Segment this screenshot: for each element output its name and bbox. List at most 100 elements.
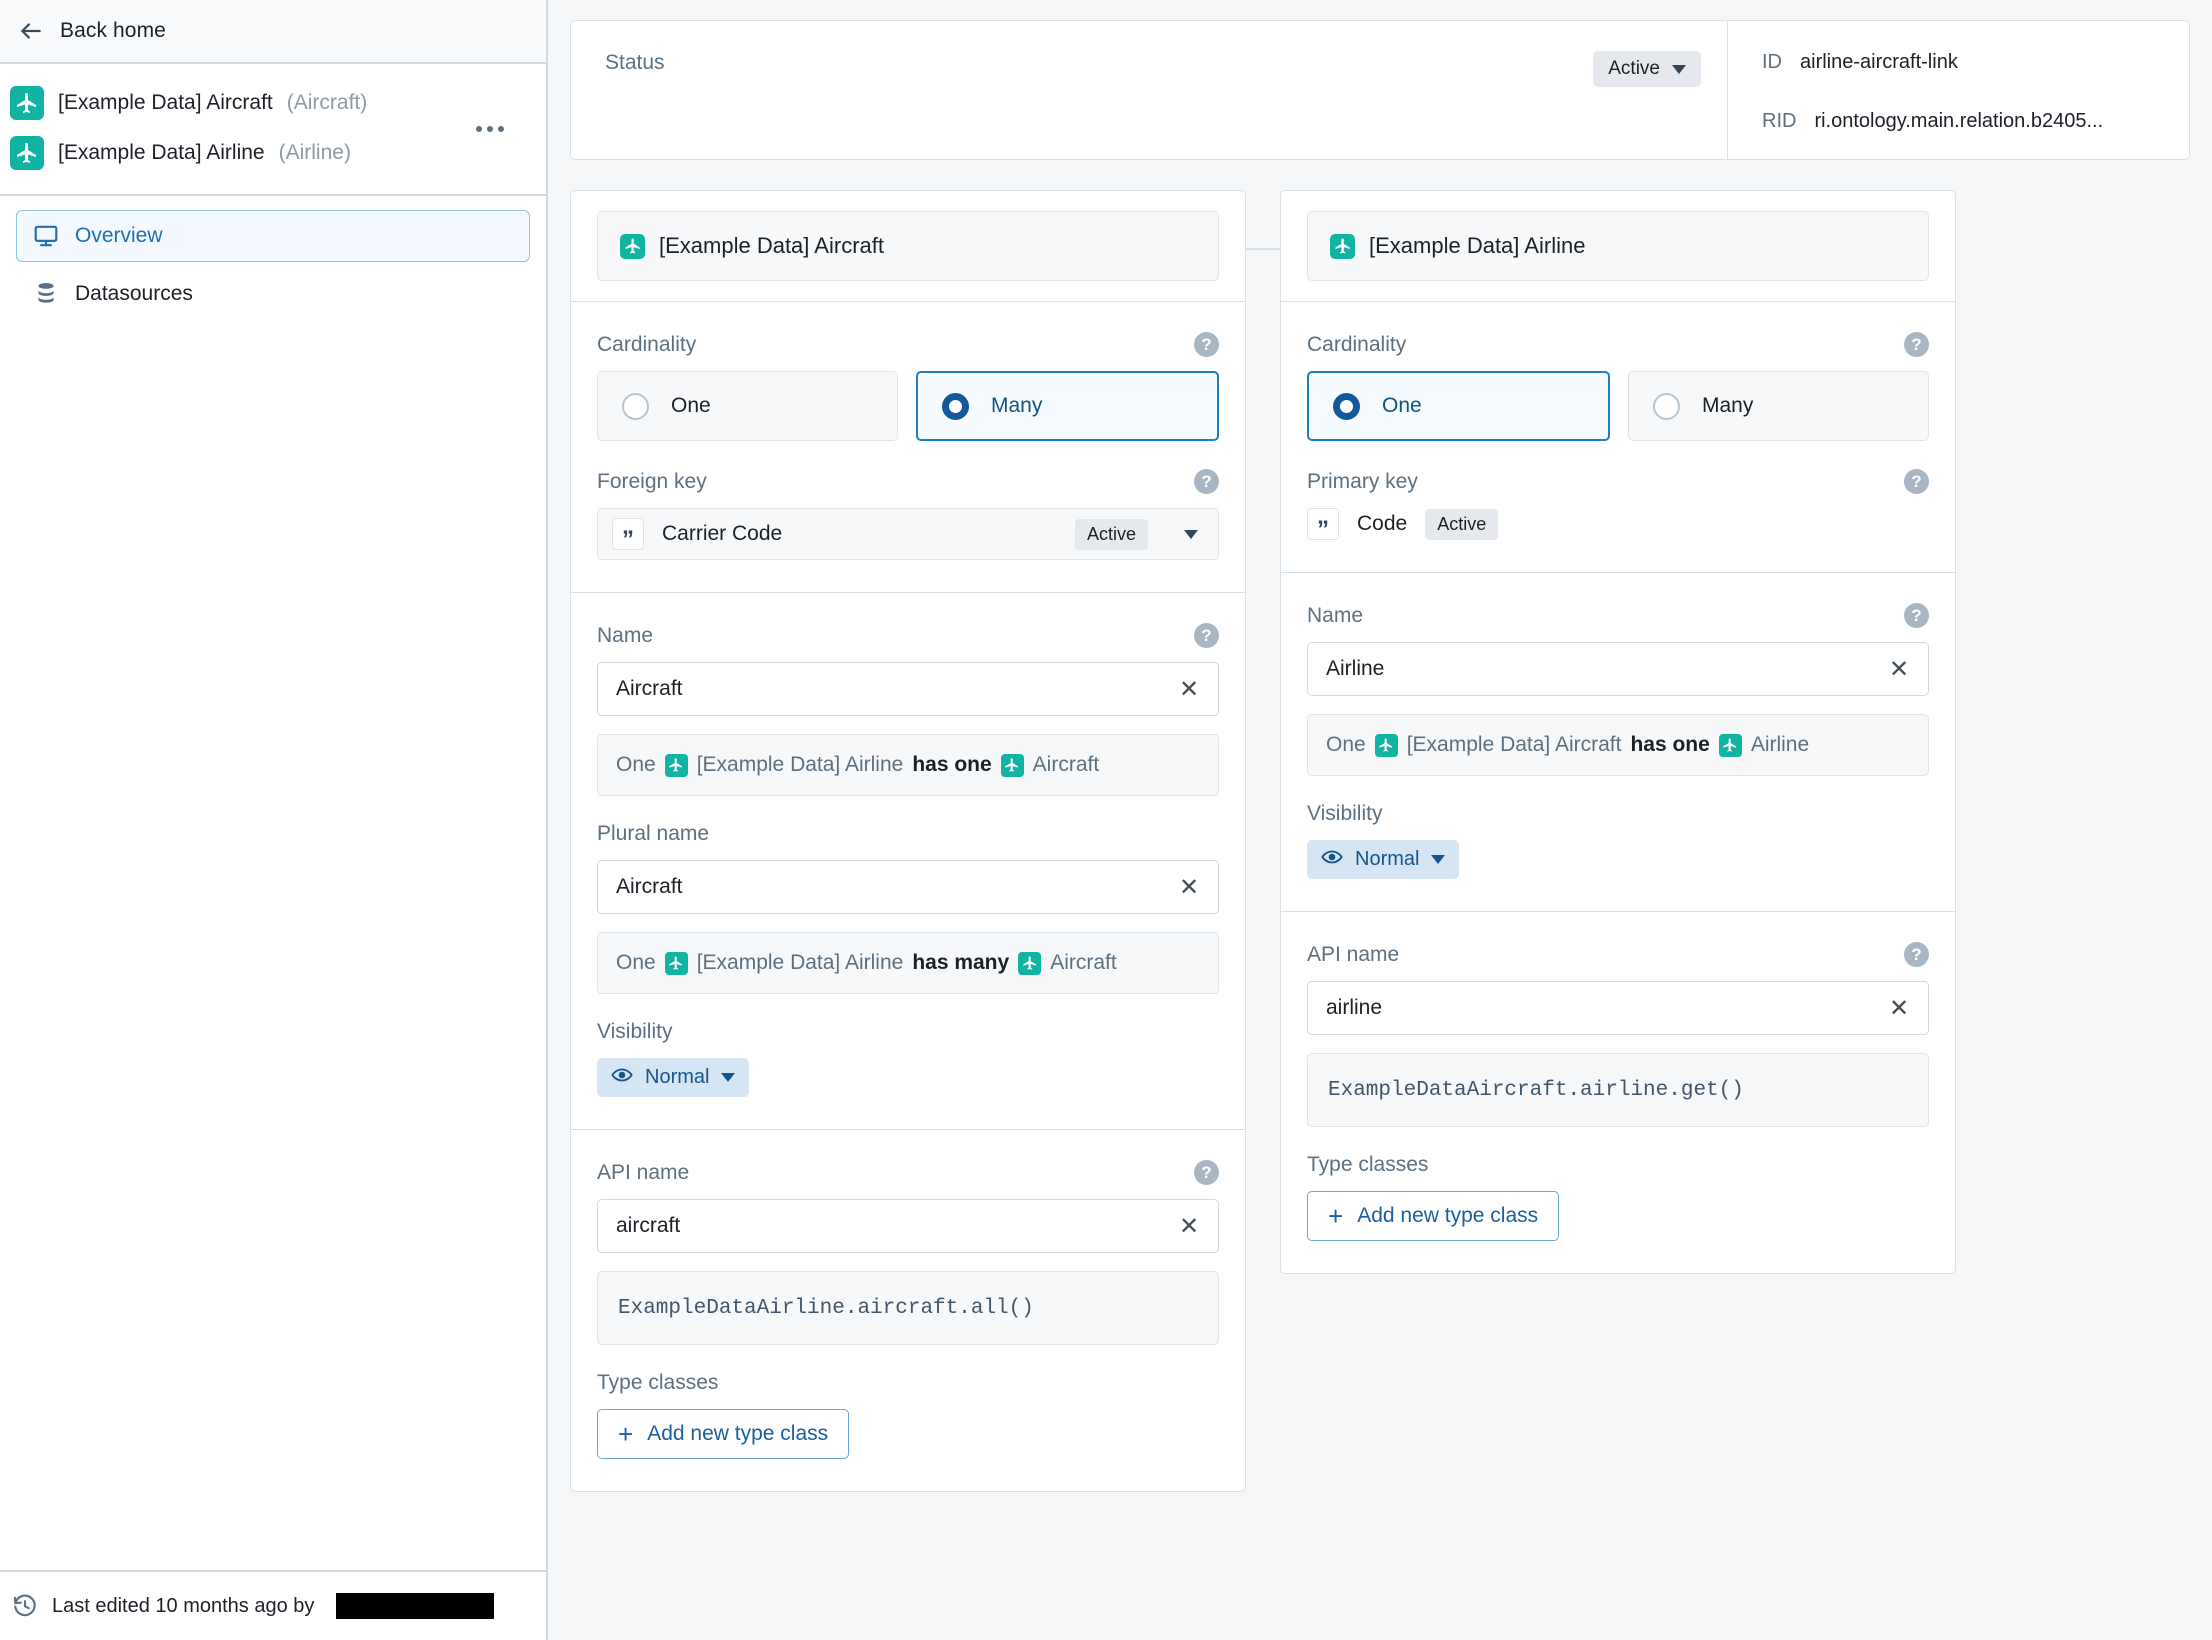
airplane-icon	[664, 753, 688, 777]
app-root: Back home [Example Data] Aircraft (Aircr…	[0, 0, 2212, 1640]
help-circle-icon[interactable]: ?	[1904, 332, 1929, 357]
help-circle-icon[interactable]: ?	[1194, 332, 1219, 357]
chevron-down-icon	[1184, 529, 1198, 539]
cardinality-option-label: Many	[991, 394, 1043, 417]
airplane-icon	[1018, 951, 1042, 975]
add-type-class-label: Add new type class	[1357, 1204, 1539, 1227]
plural-name-input-wrapper[interactable]: ✕	[597, 860, 1219, 914]
foreign-key-selector[interactable]: ” Carrier Code Active	[597, 508, 1219, 560]
add-type-class-button[interactable]: + Add new type class	[1307, 1191, 1560, 1241]
cardinality-option-one[interactable]: One	[597, 371, 898, 441]
status-section: Status Active	[571, 21, 1727, 159]
foreign-key-label: Foreign key	[597, 469, 707, 493]
primary-key-name: Code	[1357, 512, 1408, 535]
chevron-down-icon	[1672, 64, 1686, 74]
visibility-dropdown[interactable]: Normal	[1307, 840, 1460, 879]
add-type-class-button[interactable]: + Add new type class	[597, 1409, 850, 1459]
close-icon[interactable]: ✕	[1884, 993, 1914, 1023]
close-icon[interactable]: ✕	[1174, 674, 1204, 704]
type-classes-label: Type classes	[1307, 1153, 1429, 1176]
object-type-selector[interactable]: [Example Data] Airline	[1307, 211, 1929, 281]
plural-name-input[interactable]	[616, 875, 1174, 899]
eye-icon	[611, 1066, 633, 1089]
eye-icon	[1321, 848, 1343, 871]
close-icon[interactable]: ✕	[1174, 872, 1204, 902]
name-input-wrapper[interactable]: ✕	[1307, 642, 1929, 696]
sidebar-item-overview[interactable]: Overview	[16, 210, 530, 262]
entity-api-name: (Aircraft)	[286, 91, 368, 114]
name-input-wrapper[interactable]: ✕	[597, 662, 1219, 716]
api-snippet: ExampleDataAirline.aircraft.all()	[597, 1271, 1219, 1345]
api-name-header: API name ?	[1307, 942, 1929, 967]
add-type-class-label: Add new type class	[647, 1422, 829, 1445]
quote-icon: ”	[612, 518, 644, 552]
entity-api-name: (Airline)	[278, 141, 351, 164]
help-circle-icon[interactable]: ?	[1194, 469, 1219, 494]
cardinality-option-many[interactable]: Many	[916, 371, 1219, 441]
close-icon[interactable]: ✕	[1174, 1211, 1204, 1241]
status-dropdown[interactable]: Active	[1593, 51, 1701, 87]
api-section: API name ? ✕ ExampleDataAircraft.airline…	[1281, 912, 1955, 1273]
api-name-header: API name ?	[597, 1160, 1219, 1185]
entity-name: [Example Data] Airline	[58, 141, 265, 164]
naming-section: Name ? ✕ One [Example Data] Airline has …	[571, 593, 1245, 1130]
entity-item-aircraft[interactable]: [Example Data] Aircraft (Aircraft)	[0, 78, 546, 128]
cardinality-label: Cardinality	[597, 332, 697, 356]
cardinality-header: Cardinality ?	[1307, 332, 1929, 357]
name-input[interactable]	[616, 677, 1174, 701]
entity-name: [Example Data] Aircraft	[58, 91, 273, 114]
cardinality-option-many[interactable]: Many	[1628, 371, 1929, 441]
preview-subject: [Example Data] Airline	[696, 951, 904, 974]
metadata-value: ri.ontology.main.relation.b2405...	[1814, 110, 2104, 132]
api-name-input[interactable]	[1326, 996, 1884, 1020]
metadata-key: ID	[1762, 51, 1782, 73]
visibility-dropdown[interactable]: Normal	[597, 1058, 750, 1097]
preview-subject: [Example Data] Airline	[696, 753, 904, 776]
metadata-key: RID	[1762, 110, 1797, 132]
object-type-selector[interactable]: [Example Data] Aircraft	[597, 211, 1219, 281]
naming-section: Name ? ✕ One [Example Data] Aircraft has…	[1281, 573, 1955, 912]
name-preview: One [Example Data] Aircraft has one Airl…	[1307, 714, 1929, 776]
metadata-value: airline-aircraft-link	[1800, 51, 1958, 73]
preview-prefix: One	[616, 951, 656, 974]
cardinality-option-one[interactable]: One	[1307, 371, 1610, 441]
status-badge: Active	[1074, 518, 1148, 550]
sidebar-item-datasources[interactable]: Datasources	[16, 268, 530, 320]
visibility-label: Visibility	[597, 1020, 673, 1043]
help-circle-icon[interactable]: ?	[1904, 469, 1929, 494]
name-header: Name ?	[597, 623, 1219, 648]
preview-prefix: One	[616, 753, 656, 776]
radio-icon	[1653, 392, 1680, 420]
entity-item-airline[interactable]: [Example Data] Airline (Airline)	[0, 128, 546, 178]
status-value: Active	[1608, 58, 1660, 79]
api-name-input-wrapper[interactable]: ✕	[1307, 981, 1929, 1035]
status-label: Status	[605, 51, 665, 74]
plural-name-preview: One [Example Data] Airline has many Airc…	[597, 932, 1219, 994]
radio-icon-selected	[942, 392, 969, 420]
name-input[interactable]	[1326, 657, 1884, 681]
relation-columns: [Example Data] Aircraft Cardinality ? On…	[570, 190, 2190, 1492]
airplane-icon	[1374, 733, 1398, 757]
last-edited-footer: Last edited 10 months ago by	[0, 1570, 546, 1640]
airplane-icon	[1330, 233, 1355, 259]
close-icon[interactable]: ✕	[1884, 654, 1914, 684]
help-circle-icon[interactable]: ?	[1904, 942, 1929, 967]
cardinality-label: Cardinality	[1307, 332, 1407, 356]
help-circle-icon[interactable]: ?	[1904, 603, 1929, 628]
back-home-button[interactable]: Back home	[0, 0, 546, 64]
card-header: [Example Data] Airline	[1281, 191, 1955, 302]
visibility-value: Normal	[1355, 848, 1420, 870]
airplane-icon	[10, 86, 44, 120]
api-name-input-wrapper[interactable]: ✕	[597, 1199, 1219, 1253]
api-name-input[interactable]	[616, 1214, 1174, 1238]
help-circle-icon[interactable]: ?	[1194, 623, 1219, 648]
radio-icon	[622, 392, 649, 420]
preview-object: Aircraft	[1050, 951, 1117, 974]
api-snippet: ExampleDataAircraft.airline.get()	[1307, 1053, 1929, 1127]
chevron-down-icon	[721, 1073, 736, 1082]
more-horizontal-icon[interactable]	[476, 126, 504, 132]
sidebar-nav: Overview Datasources	[0, 196, 546, 326]
sidebar: Back home [Example Data] Aircraft (Aircr…	[0, 0, 548, 1640]
metadata-row-id: ID airline-aircraft-link	[1762, 51, 2189, 74]
help-circle-icon[interactable]: ?	[1194, 1160, 1219, 1185]
